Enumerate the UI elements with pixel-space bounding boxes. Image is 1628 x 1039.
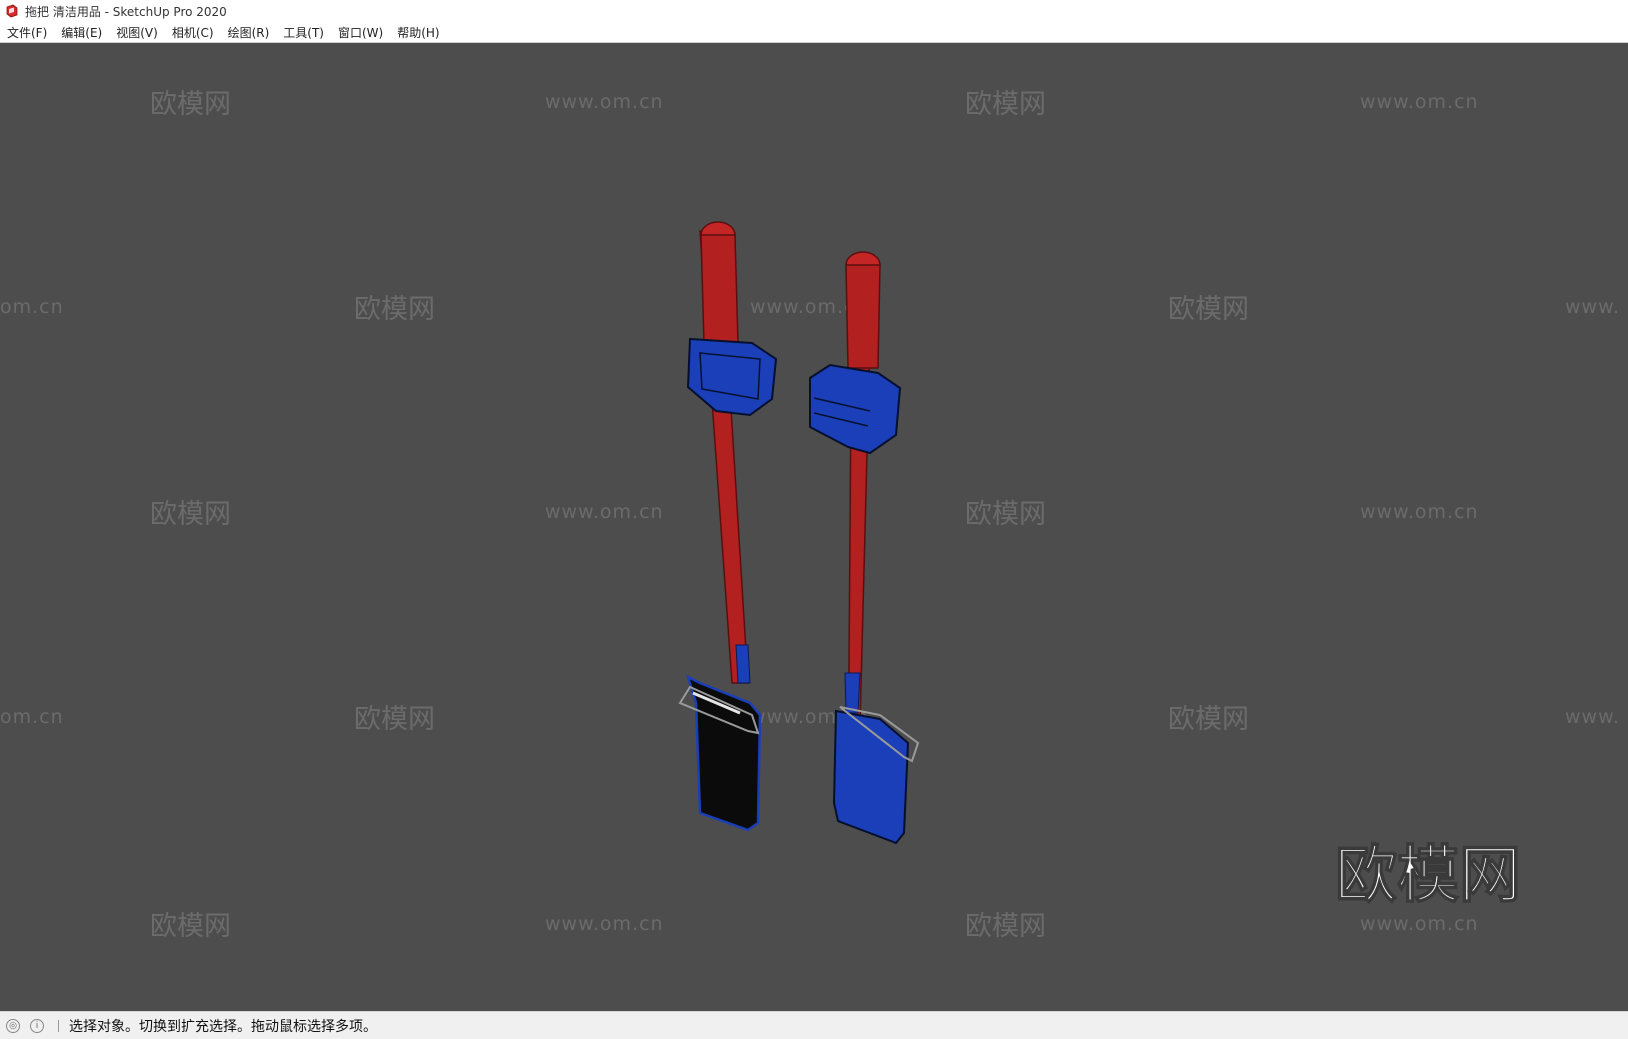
watermark-logo: 欧模网 (150, 89, 231, 120)
viewport-canvas[interactable]: 欧模网 www.om.cn 欧模网 www.om.cn om.cn 欧模网 ww… (0, 43, 1628, 1011)
watermark-url: www.om.cn (1360, 501, 1479, 523)
menu-bar: 文件(F) 编辑(E) 视图(V) 相机(C) 绘图(R) 工具(T) 窗口(W… (0, 22, 1628, 43)
status-divider (58, 1019, 59, 1032)
status-message: 选择对象。切换到扩充选择。拖动鼠标选择多项。 (69, 1018, 377, 1035)
menu-edit[interactable]: 编辑(E) (54, 24, 109, 41)
menu-window[interactable]: 窗口(W) (331, 24, 390, 41)
model-viewport[interactable]: 欧模网 www.om.cn 欧模网 www.om.cn om.cn 欧模网 ww… (0, 43, 1628, 1011)
menu-tools[interactable]: 工具(T) (276, 24, 331, 41)
watermark-logo: 欧模网 (354, 704, 435, 735)
watermark-logo: 欧模网 (1168, 704, 1249, 735)
watermark-url: www.om.cn (545, 91, 664, 113)
menu-file[interactable]: 文件(F) (0, 24, 54, 41)
title-bar: 拖把 清洁用品 - SketchUp Pro 2020 (0, 0, 1628, 22)
watermark-logo: 欧模网 (1168, 294, 1249, 325)
menu-camera[interactable]: 相机(C) (165, 24, 221, 41)
watermark-logo: 欧模网 (965, 911, 1046, 942)
info-icon[interactable]: i (30, 1018, 44, 1033)
watermark-url: www. (1565, 706, 1620, 728)
menu-help[interactable]: 帮助(H) (390, 24, 446, 41)
watermark-big-logo: 欧模网 (1335, 838, 1521, 911)
watermark-url: www.om.cn (545, 913, 664, 935)
watermark-logo: 欧模网 (354, 294, 435, 325)
watermark-url: om.cn (0, 296, 64, 318)
window-title: 拖把 清洁用品 - SketchUp Pro 2020 (25, 4, 227, 19)
sketchup-logo-icon (6, 4, 18, 18)
mop-model-right[interactable] (809, 251, 920, 845)
watermark-url: www.om.cn (545, 501, 664, 523)
watermark-logo: 欧模网 (150, 499, 231, 530)
geo-location-icon[interactable]: ◎ (6, 1018, 20, 1033)
watermark-url: om.cn (0, 706, 64, 728)
watermark-url: www. (1565, 296, 1620, 318)
menu-draw[interactable]: 绘图(R) (221, 24, 277, 41)
watermark-logo: 欧模网 (965, 499, 1046, 530)
watermark-url: www.om.cn (1360, 913, 1479, 935)
status-bar: ◎ i 选择对象。切换到扩充选择。拖动鼠标选择多项。 (0, 1011, 1628, 1039)
watermark-logo: 欧模网 (965, 89, 1046, 120)
watermark-logo: 欧模网 (150, 911, 231, 942)
watermark-url: www.om.cn (1360, 91, 1479, 113)
menu-view[interactable]: 视图(V) (109, 24, 165, 41)
